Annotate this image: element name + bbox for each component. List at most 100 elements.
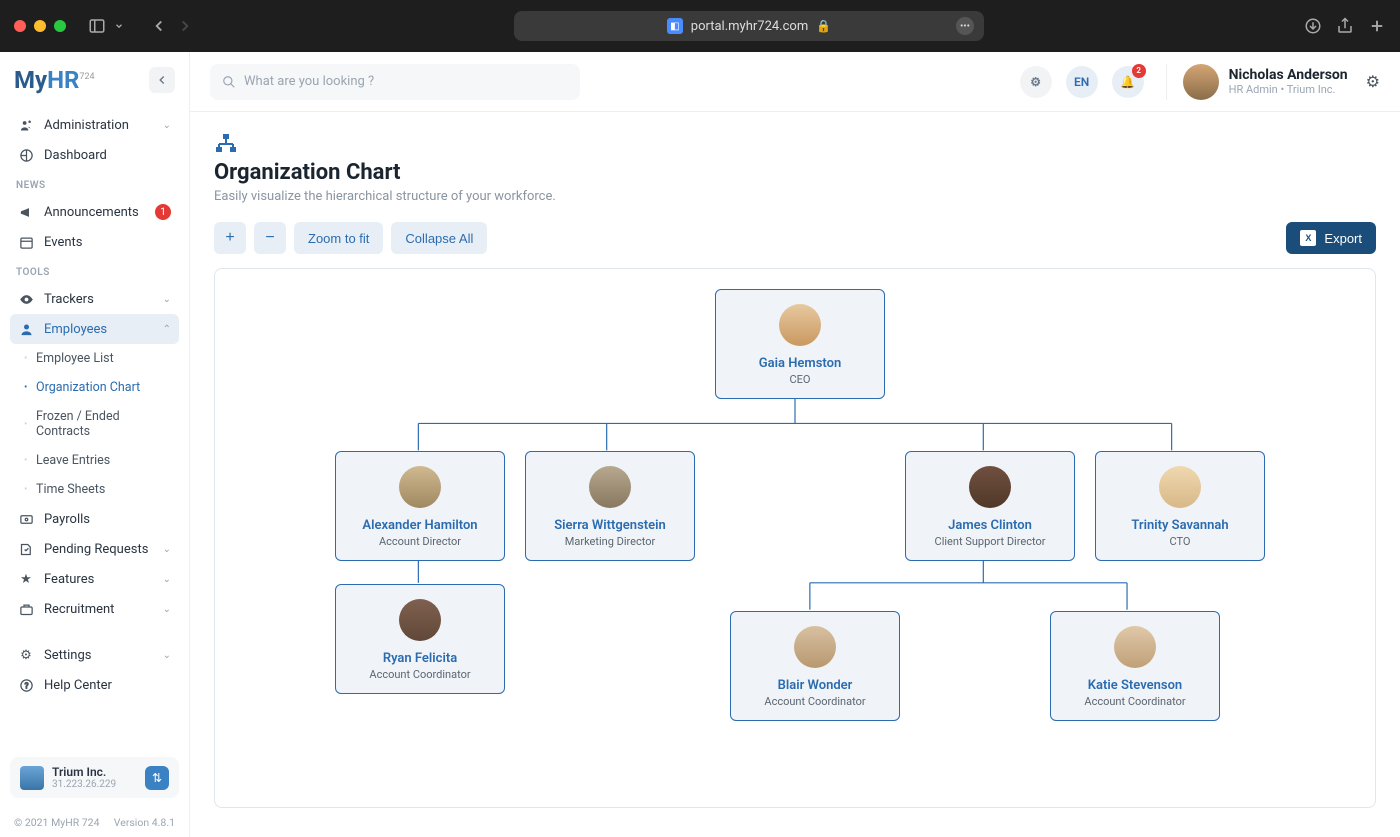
zoom-fit-button[interactable]: Zoom to fit [294,222,383,254]
page-actions-icon[interactable]: ••• [956,17,974,35]
sidebar-item-announcements[interactable]: Announcements 1 [10,197,179,227]
org-node-ceo[interactable]: Gaia Hemston CEO [715,289,885,399]
search-input[interactable]: What are you looking ? [210,64,580,100]
new-tab-icon[interactable] [1368,17,1386,35]
help-icon: ? [18,677,34,693]
subnav-time-sheets[interactable]: Time Sheets [18,475,179,504]
payroll-icon [18,511,34,527]
search-placeholder: What are you looking ? [244,74,374,89]
sidebar-item-recruitment[interactable]: Recruitment ⌄ [10,594,179,624]
org-node[interactable]: Sierra Wittgenstein Marketing Director [525,451,695,561]
chevron-down-icon: ⌄ [163,604,171,615]
zoom-out-button[interactable]: − [254,222,286,254]
sidebar-item-help[interactable]: ? Help Center [10,670,179,700]
briefcase-icon [18,601,34,617]
avatar [1159,466,1201,508]
org-node[interactable]: Trinity Savannah CTO [1095,451,1265,561]
org-name: Trium Inc. [52,765,137,779]
sidebar-item-events[interactable]: Events [10,227,179,257]
minimize-window[interactable] [34,20,46,32]
dashboard-icon [18,147,34,163]
user-name: Nicholas Anderson [1229,67,1348,83]
org-node[interactable]: Katie Stevenson Account Coordinator [1050,611,1220,721]
notifications-button[interactable]: 🔔 2 [1112,66,1144,98]
sidebar-footer: © 2021 MyHR 724 Version 4.8.1 [0,808,189,837]
org-chart-icon [214,132,236,154]
org-node[interactable]: James Clinton Client Support Director [905,451,1075,561]
subnav-employee-list[interactable]: Employee List [18,344,179,373]
page-subtitle: Easily visualize the hierarchical struct… [214,189,1376,204]
sidebar: MyHR724 Administration ⌄ Dashboard NEWS … [0,52,190,837]
megaphone-icon [18,204,34,220]
org-ip: 31.223.26.229 [52,779,137,790]
nav-section-news: NEWS [10,170,179,197]
chevron-up-icon: ⌃ [163,324,171,335]
sidebar-item-employees[interactable]: Employees ⌃ [10,314,179,344]
admin-icon [18,117,34,133]
export-button[interactable]: X Export [1286,222,1376,254]
sidebar-item-pending-requests[interactable]: Pending Requests ⌄ [10,534,179,564]
downloads-icon[interactable] [1304,17,1322,35]
calendar-icon [18,234,34,250]
avatar [969,466,1011,508]
announcements-badge: 1 [155,204,171,220]
subnav-org-chart[interactable]: Organization Chart [18,373,179,402]
sidebar-toggle-icon[interactable] [88,17,106,35]
org-switcher[interactable]: Trium Inc. 31.223.26.229 ⇅ [10,757,179,798]
chevron-down-icon: ⌄ [163,294,171,305]
avatar [794,626,836,668]
page-title: Organization Chart [214,160,1376,185]
svg-text:?: ? [24,680,28,690]
share-icon[interactable] [1336,17,1354,35]
close-window[interactable] [14,20,26,32]
gear-icon: ⚙ [1030,75,1041,89]
user-settings-icon[interactable]: ⚙ [1366,72,1380,91]
eye-icon [18,291,34,307]
sidebar-item-payrolls[interactable]: Payrolls [10,504,179,534]
subnav-frozen-contracts[interactable]: Frozen / Ended Contracts [18,402,179,446]
org-node[interactable]: Alexander Hamilton Account Director [335,451,505,561]
avatar [589,466,631,508]
browser-chrome: ◧ portal.myhr724.com 🔒 ••• [0,0,1400,52]
maximize-window[interactable] [54,20,66,32]
subnav-leave-entries[interactable]: Leave Entries [18,446,179,475]
user-role: HR Admin • Trium Inc. [1229,83,1348,96]
org-node[interactable]: Ryan Felicita Account Coordinator [335,584,505,694]
app-logo: MyHR724 [14,66,95,94]
url-bar[interactable]: ◧ portal.myhr724.com 🔒 ••• [514,11,984,41]
forward-icon [176,17,194,35]
sidebar-item-trackers[interactable]: Trackers ⌄ [10,284,179,314]
collapse-sidebar-button[interactable] [149,67,175,93]
user-avatar [1183,64,1219,100]
chevron-down-icon: ⌄ [163,120,171,131]
chevron-down-icon: ⌄ [163,544,171,555]
org-logo-icon [20,766,44,790]
collapse-all-button[interactable]: Collapse All [391,222,487,254]
bell-icon: 🔔 [1120,75,1135,89]
zoom-in-button[interactable]: + [214,222,246,254]
chart-toolbar: + − Zoom to fit Collapse All X Export [214,222,1376,254]
topbar: What are you looking ? ⚙ EN 🔔 2 Nicholas… [190,52,1400,112]
chevron-down-icon[interactable] [114,17,124,35]
user-menu[interactable]: Nicholas Anderson HR Admin • Trium Inc. … [1166,64,1380,100]
sidebar-item-dashboard[interactable]: Dashboard [10,140,179,170]
switch-org-button[interactable]: ⇅ [145,766,169,790]
avatar [399,599,441,641]
org-node[interactable]: Blair Wonder Account Coordinator [730,611,900,721]
back-icon[interactable] [150,17,168,35]
avatar [779,304,821,346]
sidebar-item-administration[interactable]: Administration ⌄ [10,110,179,140]
language-button[interactable]: EN [1066,66,1098,98]
traffic-lights [14,20,66,32]
excel-icon: X [1300,230,1316,246]
lock-icon: 🔒 [816,19,831,33]
sidebar-item-settings[interactable]: ⚙ Settings ⌄ [10,640,179,670]
avatar [1114,626,1156,668]
avatar [399,466,441,508]
sidebar-item-features[interactable]: ★ Features ⌄ [10,564,179,594]
org-chart-canvas[interactable]: Gaia Hemston CEO Alexander Hamilton Acco… [214,268,1376,808]
settings-quick-button[interactable]: ⚙ [1020,66,1052,98]
star-icon: ★ [18,571,34,587]
employees-icon [18,321,34,337]
url-text: portal.myhr724.com [691,19,808,34]
